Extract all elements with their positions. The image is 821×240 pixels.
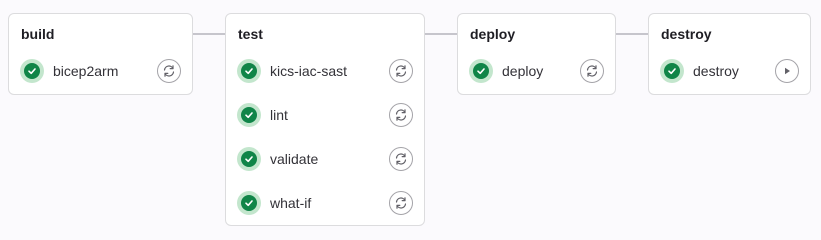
- job-name: deploy: [502, 63, 544, 79]
- status-success-icon: [237, 147, 261, 171]
- stage-title: destroy: [661, 26, 712, 42]
- run-button[interactable]: [775, 59, 799, 83]
- stage-build: build bicep2arm: [8, 13, 193, 95]
- job-bicep2arm[interactable]: bicep2arm: [9, 55, 192, 87]
- job-name: validate: [270, 151, 319, 167]
- job-validate[interactable]: validate: [226, 143, 424, 175]
- job-kics-iac-sast[interactable]: kics-iac-sast: [226, 55, 424, 87]
- retry-icon: [395, 65, 407, 77]
- stage-connector: [615, 33, 649, 35]
- retry-button[interactable]: [389, 59, 413, 83]
- status-success-icon: [237, 103, 261, 127]
- retry-icon: [586, 65, 598, 77]
- retry-icon: [395, 153, 407, 165]
- stage-deploy: deploy deploy: [457, 13, 616, 95]
- stage-title: deploy: [470, 26, 516, 42]
- stage-test: test kics-iac-sast lint validate what-if: [225, 13, 425, 226]
- retry-button[interactable]: [389, 191, 413, 215]
- play-icon: [785, 67, 790, 75]
- job-destroy[interactable]: destroy: [649, 55, 810, 87]
- retry-button[interactable]: [389, 103, 413, 127]
- job-name: destroy: [693, 63, 739, 79]
- status-success-icon: [660, 59, 684, 83]
- retry-button[interactable]: [580, 59, 604, 83]
- status-success-icon: [20, 59, 44, 83]
- status-success-icon: [469, 59, 493, 83]
- status-success-icon: [237, 59, 261, 83]
- retry-button[interactable]: [389, 147, 413, 171]
- stage-destroy: destroy destroy: [648, 13, 811, 95]
- job-name: kics-iac-sast: [270, 63, 348, 79]
- retry-icon: [163, 65, 175, 77]
- job-what-if[interactable]: what-if: [226, 187, 424, 219]
- job-name: bicep2arm: [53, 63, 119, 79]
- retry-button[interactable]: [157, 59, 181, 83]
- status-success-icon: [237, 191, 261, 215]
- retry-icon: [395, 109, 407, 121]
- stage-title: test: [238, 26, 263, 42]
- job-deploy[interactable]: deploy: [458, 55, 615, 87]
- retry-icon: [395, 197, 407, 209]
- job-lint[interactable]: lint: [226, 99, 424, 131]
- job-name: what-if: [270, 195, 312, 211]
- stage-title: build: [21, 26, 55, 42]
- stage-connector: [424, 33, 458, 35]
- stage-connector: [192, 33, 226, 35]
- job-name: lint: [270, 107, 288, 123]
